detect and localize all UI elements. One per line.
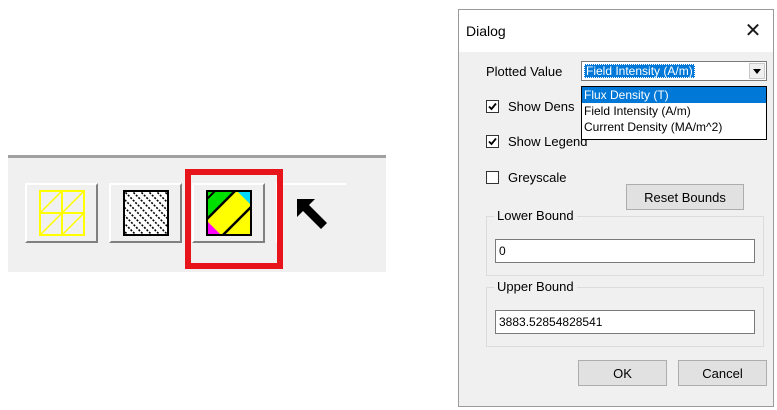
close-button[interactable]: ✕ [737, 15, 769, 45]
show-density-label: Show Dens [508, 98, 575, 114]
upper-bound-input[interactable] [495, 310, 755, 334]
show-density-checkbox-row[interactable]: Show Dens [486, 98, 574, 114]
yellow-grid-button[interactable] [25, 183, 98, 243]
close-icon: ✕ [744, 19, 762, 42]
color-gradient-icon [205, 190, 252, 236]
color-gradient-button[interactable] [192, 183, 265, 243]
dropdown-option-current-density[interactable]: Current Density (MA/m^2) [582, 119, 766, 135]
arrow-cursor-icon [297, 199, 327, 229]
dialog-window: Dialog ✕ Plotted Value Field Intensity (… [458, 9, 774, 407]
reset-bounds-button[interactable]: Reset Bounds [626, 184, 744, 210]
dropdown-arrow-button[interactable] [749, 63, 765, 79]
lower-bound-label: Lower Bound [494, 208, 577, 223]
upper-bound-label: Upper Bound [494, 279, 577, 294]
show-legend-checkbox-row[interactable]: Show Legend [486, 133, 588, 149]
greyscale-checkbox-row[interactable]: Greyscale [486, 169, 567, 185]
screenshot-stage: Dialog ✕ Plotted Value Field Intensity (… [0, 0, 777, 410]
upper-bound-group: Upper Bound [486, 279, 764, 347]
checkmark-icon [488, 102, 497, 110]
hatched-pattern-button[interactable] [109, 183, 182, 243]
greyscale-checkbox[interactable] [486, 170, 499, 184]
arrow-cursor-button[interactable] [276, 183, 346, 243]
plotted-value-dropdown-list: Flux Density (T) Field Intensity (A/m) C… [581, 86, 767, 140]
dropdown-option-field-intensity[interactable]: Field Intensity (A/m) [582, 103, 766, 119]
cancel-button[interactable]: Cancel [678, 360, 767, 386]
ok-button[interactable]: OK [578, 360, 667, 386]
hatched-pattern-icon [122, 190, 169, 236]
plotted-value-selected: Field Intensity (A/m) [584, 64, 695, 78]
plotted-value-label: Plotted Value [486, 64, 563, 79]
lower-bound-input[interactable] [495, 239, 755, 263]
yellow-grid-icon [38, 190, 85, 236]
lower-bound-group: Lower Bound [486, 208, 764, 276]
chevron-down-icon [753, 68, 761, 74]
dialog-title: Dialog [466, 23, 506, 39]
checkmark-icon [488, 137, 497, 145]
plotted-value-select[interactable]: Field Intensity (A/m) [581, 61, 767, 81]
show-density-checkbox[interactable] [486, 99, 499, 113]
greyscale-label: Greyscale [508, 169, 567, 185]
dialog-titlebar: Dialog ✕ [459, 10, 773, 52]
show-legend-label: Show Legend [508, 133, 588, 149]
toolbar [8, 155, 386, 272]
dropdown-option-flux-density[interactable]: Flux Density (T) [582, 87, 766, 103]
show-legend-checkbox[interactable] [486, 134, 499, 148]
